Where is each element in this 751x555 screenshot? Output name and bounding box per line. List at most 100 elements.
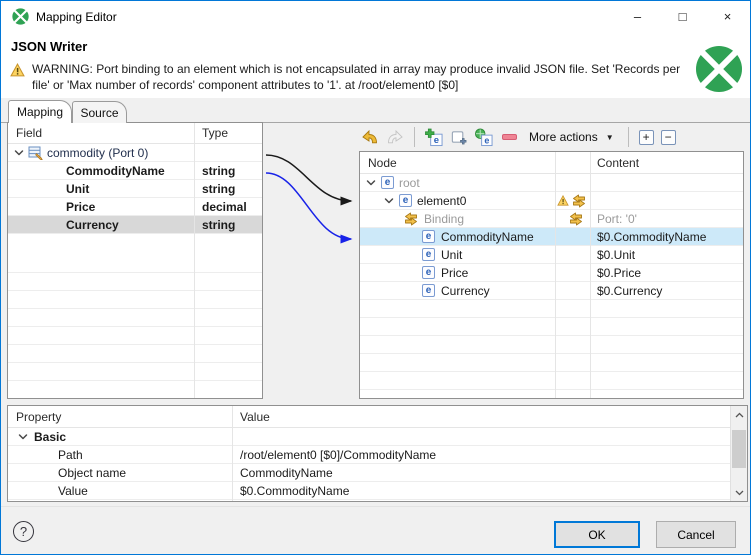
tab-mapping[interactable]: Mapping — [8, 100, 72, 123]
expand-chevron-icon[interactable] — [366, 178, 376, 187]
field-row-currency-selected[interactable]: Currency string — [8, 216, 262, 234]
node-row-unit[interactable]: e Unit $0.Unit — [360, 246, 743, 264]
mapping-editor-window: Mapping Editor – □ × JSON Writer WARNING… — [0, 0, 751, 555]
expand-all-icon: + — [642, 130, 650, 144]
close-button[interactable]: × — [705, 1, 750, 32]
field-row-commodityname[interactable]: CommodityName string — [8, 162, 262, 180]
field-name: CommodityName — [66, 163, 165, 178]
field-table-header: Field Type — [8, 123, 262, 144]
undo-icon — [362, 129, 377, 144]
element-icon: e — [422, 266, 435, 279]
node-label: Unit — [441, 247, 463, 262]
more-actions-button[interactable]: More actions ▼ — [525, 130, 618, 144]
scroll-down-button[interactable] — [731, 484, 747, 501]
property-table-divider — [232, 406, 233, 501]
field-root-row[interactable]: commodity (Port 0) — [8, 144, 262, 162]
add-element-icon: e — [425, 128, 443, 146]
toolbar-separator — [414, 127, 415, 147]
field-name: Price — [66, 199, 96, 214]
remove-button[interactable] — [500, 128, 518, 146]
property-name: Value — [58, 483, 88, 498]
node-content: $0.Currency — [597, 283, 663, 298]
element-icon: e — [422, 230, 435, 243]
maximize-button[interactable]: □ — [660, 1, 705, 32]
tab-source-label: Source — [80, 105, 119, 120]
undo-button[interactable] — [361, 128, 379, 146]
redo-icon — [388, 129, 403, 144]
property-value: /root/element0 [$0]/CommodityName — [240, 447, 437, 462]
property-row-value[interactable]: Value $0.CommodityName — [8, 482, 747, 500]
svg-text:e: e — [484, 135, 489, 145]
footer: ? OK Cancel — [1, 506, 750, 554]
node-table-header: Node Content — [360, 152, 743, 174]
cancel-button[interactable]: Cancel — [656, 521, 736, 548]
node-row-currency[interactable]: e Currency $0.Currency — [360, 282, 743, 300]
node-row-element0[interactable]: e element0 — [360, 192, 743, 210]
add-attribute-icon — [451, 130, 467, 144]
node-content: $0.CommodityName — [597, 229, 707, 244]
scrollbar-thumb[interactable] — [732, 430, 746, 468]
add-element-button[interactable]: e — [425, 128, 443, 146]
expand-all-button[interactable]: + — [638, 129, 654, 145]
property-row-path[interactable]: Path /root/element0 [$0]/CommodityName — [8, 446, 747, 464]
field-name: Unit — [66, 181, 90, 196]
binding-label: Binding — [424, 211, 465, 226]
cancel-label: Cancel — [677, 527, 715, 542]
selected-mapping-arrow[interactable] — [265, 172, 353, 244]
add-attribute-button[interactable] — [450, 128, 468, 146]
port-binding-arrow[interactable] — [265, 154, 353, 206]
node-row-price[interactable]: e Price $0.Price — [360, 264, 743, 282]
expand-chevron-icon[interactable] — [14, 148, 24, 157]
ok-button[interactable]: OK — [554, 521, 640, 548]
component-title: JSON Writer — [11, 39, 88, 54]
property-group-basic[interactable]: Basic — [8, 428, 747, 446]
redo-button-disabled[interactable] — [386, 128, 404, 146]
binding-swap-icon — [405, 212, 417, 225]
chevron-up-icon — [735, 412, 743, 417]
property-value: CommodityName — [240, 465, 333, 480]
node-label: CommodityName — [441, 229, 534, 244]
node-label: Currency — [441, 283, 490, 298]
field-table: Field Type commodity (Port 0) CommodityN… — [7, 122, 263, 399]
tab-source[interactable]: Source — [72, 101, 127, 123]
field-table-empty-rows — [8, 255, 262, 398]
field-row-price[interactable]: Price decimal — [8, 198, 262, 216]
window-title: Mapping Editor — [36, 9, 117, 24]
binding-content: Port: '0' — [597, 211, 637, 226]
cloverdx-logo — [695, 45, 743, 93]
node-content: $0.Unit — [597, 247, 636, 262]
property-group-label: Basic — [34, 429, 67, 444]
property-value: $0.CommodityName — [240, 483, 350, 498]
close-icon: × — [723, 9, 732, 24]
field-type: string — [202, 181, 236, 196]
field-table-column-divider — [194, 123, 195, 398]
warning-icon — [557, 195, 569, 206]
property-row-object-name[interactable]: Object name CommodityName — [8, 464, 747, 482]
node-row-root[interactable]: e root — [360, 174, 743, 192]
element-icon: e — [381, 176, 394, 189]
ok-label: OK — [588, 527, 606, 542]
node-label: element0 — [417, 193, 467, 208]
record-port-icon — [28, 146, 43, 160]
collapse-all-icon: − — [664, 130, 672, 144]
scroll-up-button[interactable] — [731, 406, 747, 423]
collapse-all-button[interactable]: − — [660, 129, 676, 145]
node-row-binding[interactable]: Binding Port: '0' — [360, 210, 743, 228]
minimize-button[interactable]: – — [615, 1, 660, 32]
field-column-header: Field — [16, 126, 43, 140]
field-row-unit[interactable]: Unit string — [8, 180, 262, 198]
expand-chevron-icon[interactable] — [18, 432, 28, 441]
property-name: Object name — [58, 465, 127, 480]
expand-chevron-icon[interactable] — [384, 196, 394, 205]
node-row-commodityname-selected[interactable]: e CommodityName $0.CommodityName — [360, 228, 743, 246]
toolbar-separator — [627, 127, 629, 147]
add-wildcard-element-button[interactable]: e — [475, 128, 493, 146]
property-scrollbar[interactable] — [730, 406, 747, 501]
warning-icon — [10, 63, 25, 77]
field-type: decimal — [202, 199, 247, 214]
help-button[interactable]: ? — [13, 521, 34, 542]
node-table-divider-2 — [590, 152, 591, 398]
element-icon: e — [422, 248, 435, 261]
remove-icon — [501, 134, 517, 140]
property-column-header: Property — [16, 409, 62, 424]
